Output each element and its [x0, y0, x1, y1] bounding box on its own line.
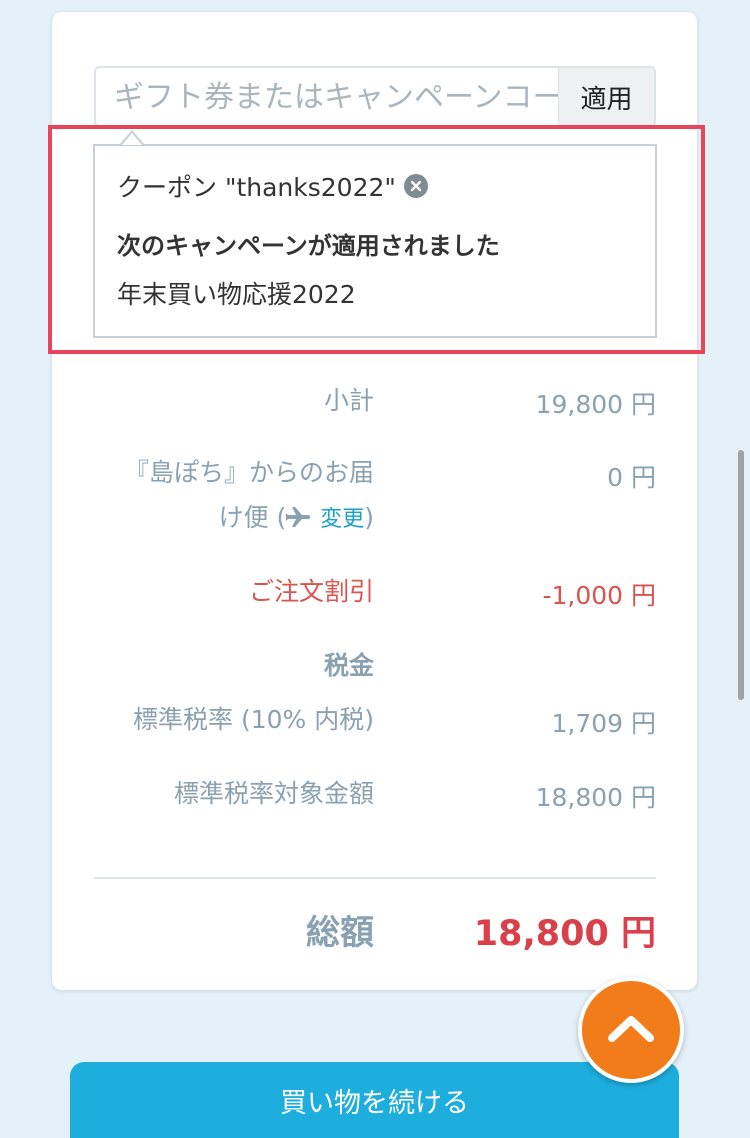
shipping-label-suffix: ) [364, 503, 374, 532]
tax-rate-value: 1,709 円 [551, 709, 656, 738]
subtotal-value: 19,800 円 [535, 390, 656, 419]
discount-label: ご注文割引 [248, 577, 374, 606]
tax-rate-label: 標準税率 (10% 内税) [133, 705, 374, 734]
highlight-box [48, 125, 705, 354]
taxable-amount-label: 標準税率対象金額 [173, 779, 374, 808]
shipping-label-line1: 『島ぽち』からのお届 [123, 458, 374, 487]
coupon-code-form: 適用 [94, 66, 656, 128]
coupon-code-input[interactable] [96, 68, 558, 126]
shipping-value: 0 円 [607, 463, 656, 492]
discount-value: -1,000 円 [542, 581, 656, 610]
total-value: 18,800 円 [473, 914, 656, 954]
continue-shopping-button[interactable]: 買い物を続ける [70, 1062, 679, 1138]
apply-coupon-button[interactable]: 適用 [558, 68, 654, 126]
chevron-up-icon [606, 1012, 656, 1048]
change-shipping-link[interactable]: 変更 [320, 507, 364, 532]
shipping-label-prefix: け便 ( [218, 503, 287, 532]
taxable-amount-value: 18,800 円 [535, 783, 656, 812]
scroll-to-top-button[interactable] [578, 977, 684, 1083]
subtotal-label: 小計 [323, 386, 374, 415]
airplane-icon [286, 503, 312, 532]
shipping-label-line2: け便 ( 変更) [219, 496, 374, 542]
scrollbar[interactable] [738, 450, 744, 700]
cart-summary-page: 適用 クーポン "thanks2022" 次のキャンペーンが適用されました 年末… [0, 0, 750, 1138]
tax-heading: 税金 [323, 651, 374, 680]
total-label: 総額 [306, 913, 374, 953]
summary-divider [94, 877, 656, 879]
